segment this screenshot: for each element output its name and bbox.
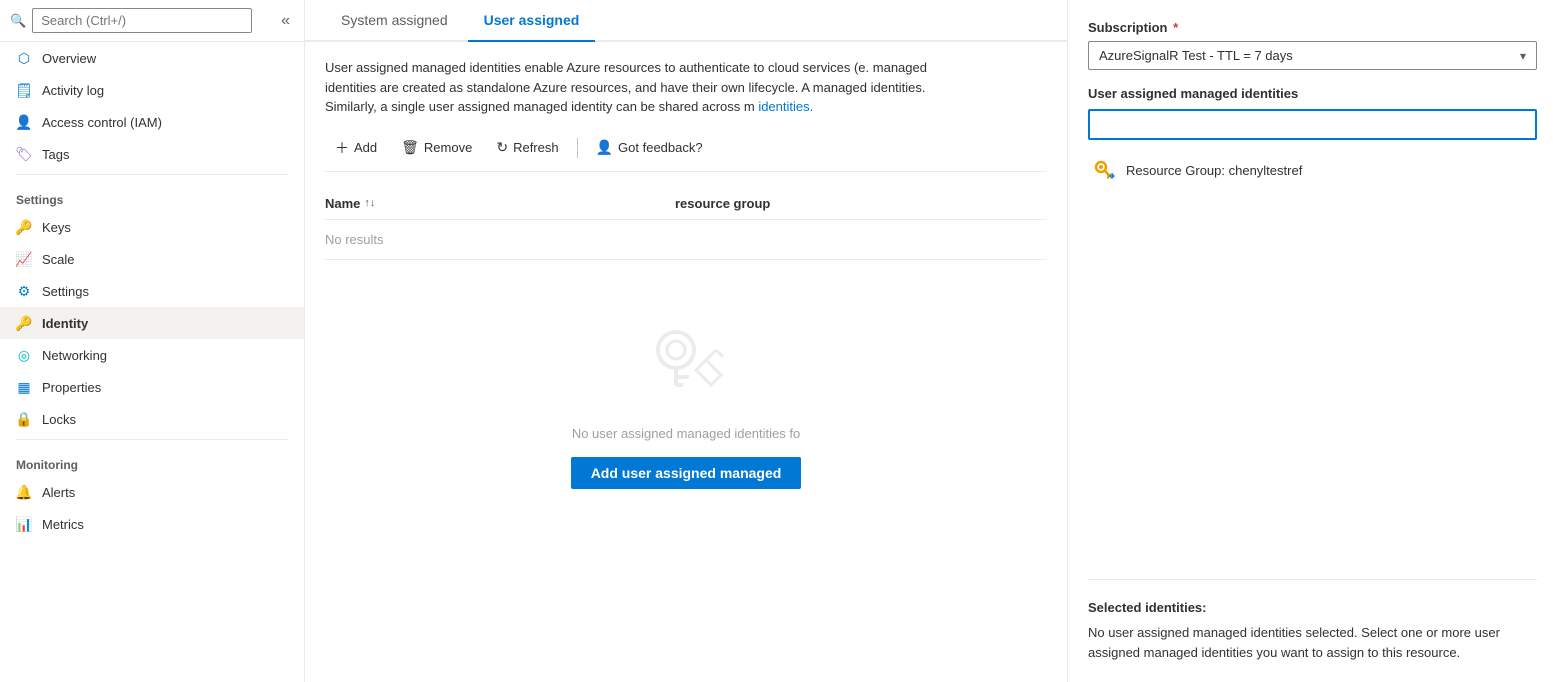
- data-table: Name ↑↓ resource group No results: [325, 188, 1047, 260]
- search-bar: 🔍 «: [0, 0, 304, 42]
- empty-state-icon: [641, 320, 731, 410]
- tab-user-assigned[interactable]: User assigned: [468, 0, 596, 42]
- sidebar-item-metrics[interactable]: 📊 Metrics: [0, 508, 304, 540]
- right-panel: Subscription * AzureSignalR Test - TTL =…: [1067, 0, 1557, 682]
- sidebar-item-identity[interactable]: 🔑 Identity: [0, 307, 304, 339]
- activity-log-icon: 🗒: [16, 82, 32, 98]
- identity-icon: 🔑: [16, 315, 32, 331]
- monitoring-divider: [16, 439, 288, 440]
- no-results-row: No results: [325, 220, 1047, 260]
- sidebar: 🔍 « ⬡ Overview 🗒 Activity log 👤 Access c…: [0, 0, 305, 682]
- identity-key-icon: ↑: [1092, 158, 1116, 182]
- locks-icon: 🔒: [16, 411, 32, 427]
- svg-text:↑: ↑: [1110, 173, 1113, 179]
- tabs-row: System assigned User assigned: [305, 0, 1067, 42]
- col-header-name: Name ↑↓: [325, 196, 675, 211]
- settings-divider: [16, 174, 288, 175]
- subscription-label: Subscription *: [1088, 20, 1537, 35]
- toolbar-divider: [577, 138, 578, 158]
- refresh-button[interactable]: ↻ Refresh: [486, 134, 568, 161]
- sidebar-item-settings[interactable]: ⚙ Settings: [0, 275, 304, 307]
- identity-list-item[interactable]: ↑ Resource Group: chenyltestref: [1088, 152, 1537, 188]
- sidebar-item-access-control[interactable]: 👤 Access control (IAM): [0, 106, 304, 138]
- sidebar-item-locks[interactable]: 🔒 Locks: [0, 403, 304, 435]
- identity-item-label: Resource Group: chenyltestref: [1126, 163, 1302, 178]
- selected-identities-text: No user assigned managed identities sele…: [1088, 623, 1537, 662]
- remove-button[interactable]: 🗑 Remove: [391, 134, 482, 161]
- table-header: Name ↑↓ resource group: [325, 188, 1047, 220]
- sidebar-item-properties[interactable]: ▦ Properties: [0, 371, 304, 403]
- dropdown-arrow-icon: ▾: [1520, 49, 1526, 63]
- sidebar-item-activity-log[interactable]: 🗒 Activity log: [0, 74, 304, 106]
- tags-icon: 🏷: [16, 146, 32, 162]
- sidebar-item-keys[interactable]: 🔑 Keys: [0, 211, 304, 243]
- search-input[interactable]: [32, 8, 252, 33]
- sidebar-item-overview[interactable]: ⬡ Overview: [0, 42, 304, 74]
- content-area: User assigned managed identities enable …: [305, 42, 1067, 682]
- sidebar-item-tags[interactable]: 🏷 Tags: [0, 138, 304, 170]
- access-control-icon: 👤: [16, 114, 32, 130]
- required-star: *: [1173, 20, 1178, 35]
- col-header-resource-group: resource group: [675, 196, 1047, 211]
- sidebar-item-scale[interactable]: 📈 Scale: [0, 243, 304, 275]
- refresh-icon: ↻: [496, 139, 508, 156]
- settings-icon: ⚙: [16, 283, 32, 299]
- empty-state-text: No user assigned managed identities fo: [572, 426, 800, 441]
- tab-system-assigned[interactable]: System assigned: [325, 0, 464, 42]
- alerts-icon: 🔔: [16, 484, 32, 500]
- identities-section-label: User assigned managed identities: [1088, 86, 1537, 101]
- settings-section-label: Settings: [0, 179, 304, 211]
- keys-icon: 🔑: [16, 219, 32, 235]
- toolbar: ＋ Add 🗑 Remove ↻ Refresh 👤 Got feedback?: [325, 133, 1047, 172]
- description-text: User assigned managed identities enable …: [325, 58, 975, 117]
- main-content: System assigned User assigned User assig…: [305, 0, 1067, 682]
- networking-icon: ◎: [16, 347, 32, 363]
- identity-search-input[interactable]: [1088, 109, 1537, 140]
- collapse-button[interactable]: «: [277, 10, 294, 32]
- monitoring-section-label: Monitoring: [0, 444, 304, 476]
- sidebar-item-networking[interactable]: ◎ Networking: [0, 339, 304, 371]
- empty-state: No user assigned managed identities fo A…: [325, 260, 1047, 509]
- identities-link[interactable]: identities.: [758, 99, 813, 114]
- subscription-dropdown[interactable]: AzureSignalR Test - TTL = 7 days ▾: [1088, 41, 1537, 70]
- search-icon: 🔍: [10, 13, 26, 29]
- feedback-icon: 👤: [596, 139, 613, 156]
- metrics-icon: 📊: [16, 516, 32, 532]
- overview-icon: ⬡: [16, 50, 32, 66]
- add-icon: ＋: [335, 138, 349, 158]
- sidebar-item-alerts[interactable]: 🔔 Alerts: [0, 476, 304, 508]
- selected-identities-label: Selected identities:: [1088, 600, 1537, 615]
- add-button[interactable]: ＋ Add: [325, 133, 387, 163]
- scale-icon: 📈: [16, 251, 32, 267]
- selected-identities-section: Selected identities: No user assigned ma…: [1088, 579, 1537, 662]
- sort-icon[interactable]: ↑↓: [364, 197, 375, 209]
- add-user-assigned-button[interactable]: Add user assigned managed: [571, 457, 802, 489]
- remove-icon: 🗑: [401, 139, 419, 156]
- subscription-value: AzureSignalR Test - TTL = 7 days: [1099, 48, 1293, 63]
- feedback-button[interactable]: 👤 Got feedback?: [586, 134, 713, 161]
- properties-icon: ▦: [16, 379, 32, 395]
